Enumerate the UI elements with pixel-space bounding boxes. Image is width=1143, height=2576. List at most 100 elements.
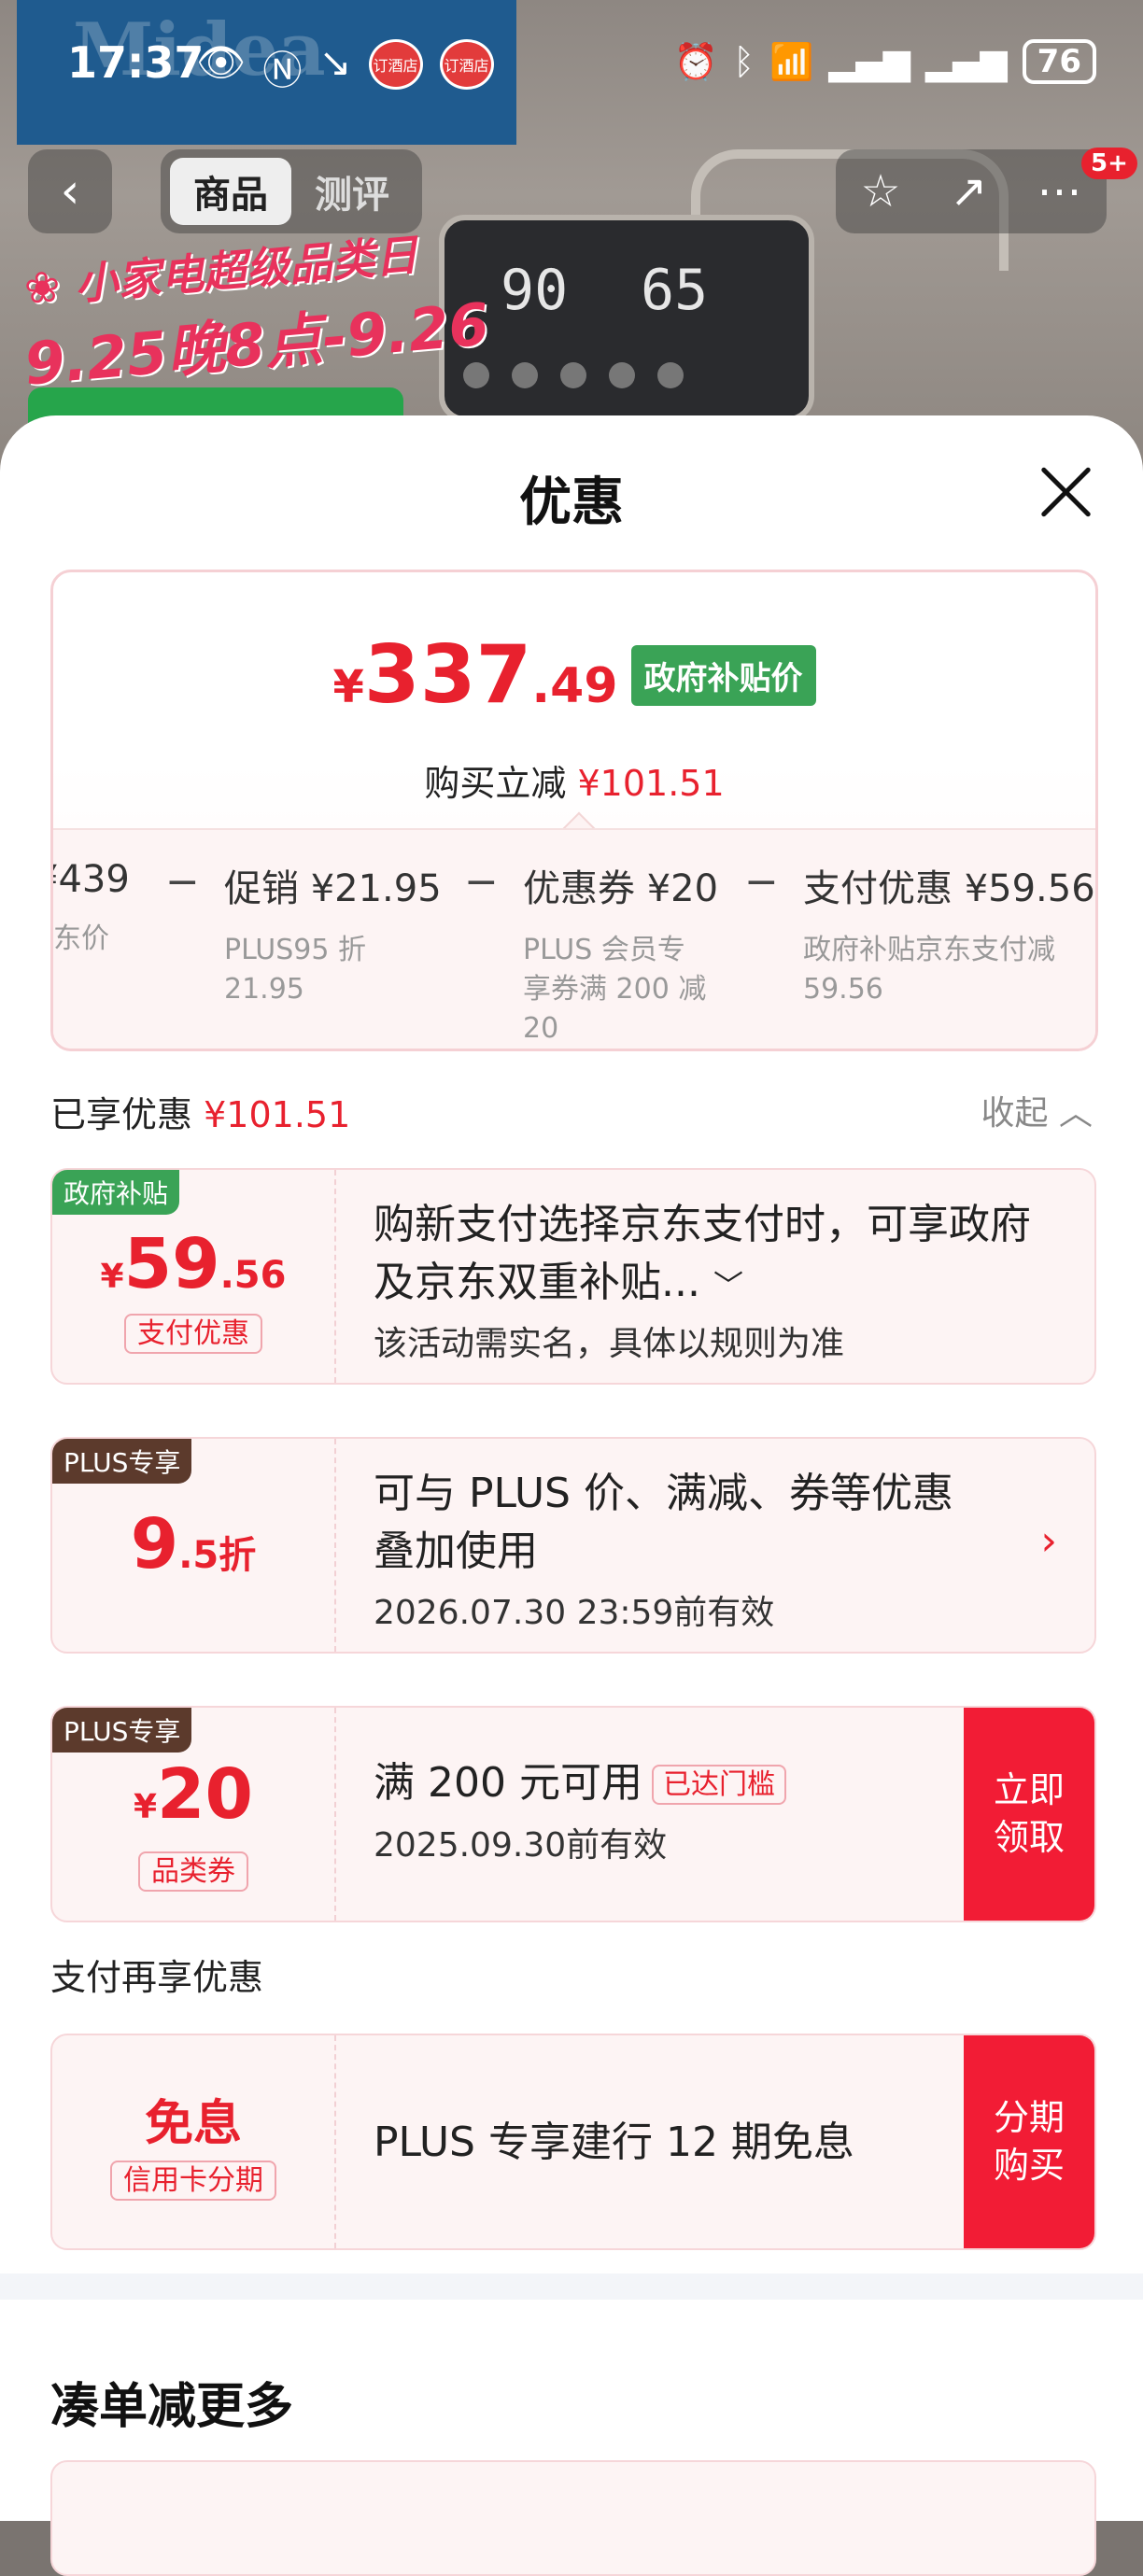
minus-sign: − <box>165 858 200 906</box>
coupon-plus-discount[interactable]: PLUS专享 9.5折 可与 PLUS 价、满减、券等优惠叠加使用 2026.0… <box>50 1437 1096 1654</box>
enjoyed-label: 已享优惠 <box>50 1094 193 1135</box>
status-time: 17:37 <box>67 37 205 88</box>
installment-card[interactable]: 免息 信用卡分期 PLUS 专享建行 12 期免息 分期购买 <box>50 2034 1096 2250</box>
close-icon[interactable] <box>1038 464 1093 518</box>
tab-goods[interactable]: 商品 <box>170 158 291 225</box>
coupon-amount-int: 9 <box>130 1504 179 1584</box>
more-icon[interactable]: ⋯ <box>1037 165 1082 218</box>
display-temp-left: 90 <box>501 258 569 323</box>
coupon-corner-tag: 政府补贴 <box>52 1170 180 1215</box>
coupon-type-tag: 品类券 <box>138 1851 248 1892</box>
price-currency: ¥ <box>332 661 364 713</box>
battery-indicator: 76 <box>1022 39 1096 84</box>
coupon-desc: 购新支付选择京东支付时，可享政府及京东双重补贴... ﹀ <box>374 1196 1065 1311</box>
breakdown-sub: 政府补贴京东支付减 59.56 <box>803 934 1055 1006</box>
message-count-badge: 5+ <box>1081 148 1137 179</box>
breakdown-sub: PLUS95 折 21.95 <box>224 934 367 1006</box>
breakdown-title: 优惠券 ¥20 <box>523 867 719 910</box>
tab-group: 商品 测评 <box>161 149 422 233</box>
coupon-amount: ¥59.56 <box>52 1224 334 1304</box>
chevron-up-icon: ︿ <box>1058 1094 1093 1133</box>
coupon-corner-tag: PLUS专享 <box>52 1708 192 1753</box>
enjoyed-value: ¥101.51 <box>204 1094 351 1135</box>
installment-type: 信用卡分期 <box>52 2157 334 2201</box>
star-icon[interactable]: ☆ <box>860 165 900 218</box>
coupon-amount-int: 20 <box>157 1754 254 1835</box>
more-discount-title: 凑单减更多 <box>50 2379 294 2435</box>
next-coupon-card[interactable] <box>50 2460 1096 2576</box>
app-notification-icon-2: 订酒店 <box>439 39 494 90</box>
chevron-down-icon[interactable]: ﹀ <box>713 1268 743 1303</box>
installment-desc: PLUS 专享建行 12 期免息 <box>374 2119 854 2166</box>
coupon-desc: 满 200 元可用 已达门槛 <box>374 1754 952 1812</box>
coupon-left: PLUS专享 9.5折 <box>52 1439 336 1652</box>
save-value: ¥101.51 <box>577 763 725 804</box>
eye-icon: 👁 <box>196 39 247 85</box>
enjoyed-discount: 已享优惠 ¥101.51 <box>50 1086 1093 1137</box>
price-breakdown[interactable]: ¥439 京东价 − 促销 ¥21.95 PLUS95 折 21.95 − 优惠… <box>53 828 1095 1049</box>
breakdown-sub: PLUS 会员专 享券满 200 减 20 <box>523 934 707 1045</box>
product-nav-bar: ‹ 商品 测评 ☆ ↗ ⋯ 5+ <box>0 148 1143 239</box>
coupon-desc-text: 满 200 元可用 <box>374 1759 642 1807</box>
coupon-text: 购新支付选择京东支付时，可享政府及京东双重补贴... ﹀ 该活动需实名，具体以规… <box>374 1196 1065 1365</box>
coupon-amount-int: 59 <box>123 1224 220 1304</box>
coupon-desc-text: 购新支付选择京东支付时，可享政府及京东双重补贴... <box>374 1201 1031 1306</box>
coupon-type: 支付优惠 <box>52 1310 334 1354</box>
gov-subsidy-tag: 政府补贴价 <box>630 644 816 706</box>
breakdown-title: 促销 ¥21.95 <box>224 867 442 910</box>
status-left-icons: 👁 Ⓝ ↘ 订酒店 订酒店 <box>196 39 494 96</box>
save-label: 购买立减 <box>424 763 567 804</box>
coupon-validity: 2026.07.30 23:59前有效 <box>374 1594 775 1633</box>
price-decimal: .49 <box>531 658 618 714</box>
breakdown-item: 优惠券 ¥20 PLUS 会员专 享券满 200 减 20 <box>523 858 718 1049</box>
coupon-amount-dec: .56 <box>219 1254 287 1297</box>
discount-sheet: 优惠 ¥ 337 .49 政府补贴价 购买立减 ¥101.51 ¥439 京东价… <box>0 415 1143 2576</box>
signal-5g-icon-2: ▂▄▆ <box>925 41 1008 82</box>
chevron-left-icon: ‹ <box>60 163 80 219</box>
installment-type-tag: 信用卡分期 <box>110 2161 276 2201</box>
breakdown-item: 促销 ¥21.95 PLUS95 折 21.95 <box>224 858 442 1009</box>
minus-sign: − <box>744 858 779 906</box>
breakdown-item: ¥439 京东价 <box>53 858 130 959</box>
nav-actions: ☆ ↗ ⋯ <box>836 149 1107 233</box>
price-summary-card: ¥ 337 .49 政府补贴价 购买立减 ¥101.51 ¥439 京东价 − … <box>50 570 1098 1051</box>
coupon-amount: 9.5折 <box>52 1504 334 1584</box>
installment-title: 免息 <box>144 2096 242 2152</box>
chevron-right-icon[interactable]: › <box>1040 1517 1057 1565</box>
minus-sign: − <box>464 858 499 906</box>
final-price: ¥ 337 .49 政府补贴价 <box>53 628 1095 722</box>
nfc-icon: Ⓝ <box>262 48 303 93</box>
wifi-icon: 📶 <box>769 40 814 82</box>
pay-section-label: 支付再享优惠 <box>50 1957 264 1998</box>
coupon-category[interactable]: PLUS专享 ¥20 品类券 满 200 元可用 已达门槛 2025.09.30前… <box>50 1706 1096 1922</box>
coupon-currency: ¥ <box>133 1788 158 1826</box>
threshold-badge: 已达门槛 <box>651 1765 786 1805</box>
collapse-label: 收起 <box>981 1094 1049 1133</box>
save-line: 购买立减 ¥101.51 <box>53 754 1095 806</box>
installment-buy-button[interactable]: 分期购买 <box>964 2035 1094 2248</box>
coupon-type: 品类券 <box>52 1848 334 1892</box>
coupon-text: 满 200 元可用 已达门槛 2025.09.30前有效 <box>374 1754 952 1866</box>
coupon-left: PLUS专享 ¥20 品类券 <box>52 1708 336 1921</box>
share-icon[interactable]: ↗ <box>950 165 987 218</box>
signal-5g-icon: ▂▄▆ <box>828 41 910 82</box>
alarm-icon: ⏰ <box>673 40 719 82</box>
status-bar: 17:37 👁 Ⓝ ↘ 订酒店 订酒店 ⏰ ᛒ 📶 ▂▄▆ ▂▄▆ 76 <box>0 0 1143 131</box>
display-temp-right: 65 <box>641 258 709 323</box>
breakdown-item: 支付优惠 ¥59.56 政府补贴京东支付减 59.56 <box>803 858 1095 1009</box>
coupon-validity: 2025.09.30前有效 <box>374 1825 668 1865</box>
installment-left: 免息 信用卡分期 <box>52 2035 336 2248</box>
coupon-note: 该活动需实名，具体以规则为准 <box>374 1325 845 1364</box>
coupon-gov-subsidy[interactable]: 政府补贴 ¥59.56 支付优惠 购新支付选择京东支付时，可享政府及京东双重补贴… <box>50 1168 1096 1385</box>
coupon-corner-tag: PLUS专享 <box>52 1439 192 1484</box>
collapse-button[interactable]: 收起 ︿ <box>981 1086 1093 1134</box>
back-button[interactable]: ‹ <box>28 149 112 233</box>
tab-review[interactable]: 测评 <box>291 158 413 225</box>
claim-button[interactable]: 立即领取 <box>964 1708 1094 1921</box>
status-right-icons: ⏰ ᛒ 📶 ▂▄▆ ▂▄▆ 76 <box>674 39 1096 84</box>
section-divider <box>0 2273 1143 2300</box>
panel-buttons <box>463 362 684 388</box>
coupon-left: 政府补贴 ¥59.56 支付优惠 <box>52 1170 336 1383</box>
coupon-type-tag: 支付优惠 <box>124 1314 262 1354</box>
breakdown-title: 支付优惠 ¥59.56 <box>803 867 1095 910</box>
